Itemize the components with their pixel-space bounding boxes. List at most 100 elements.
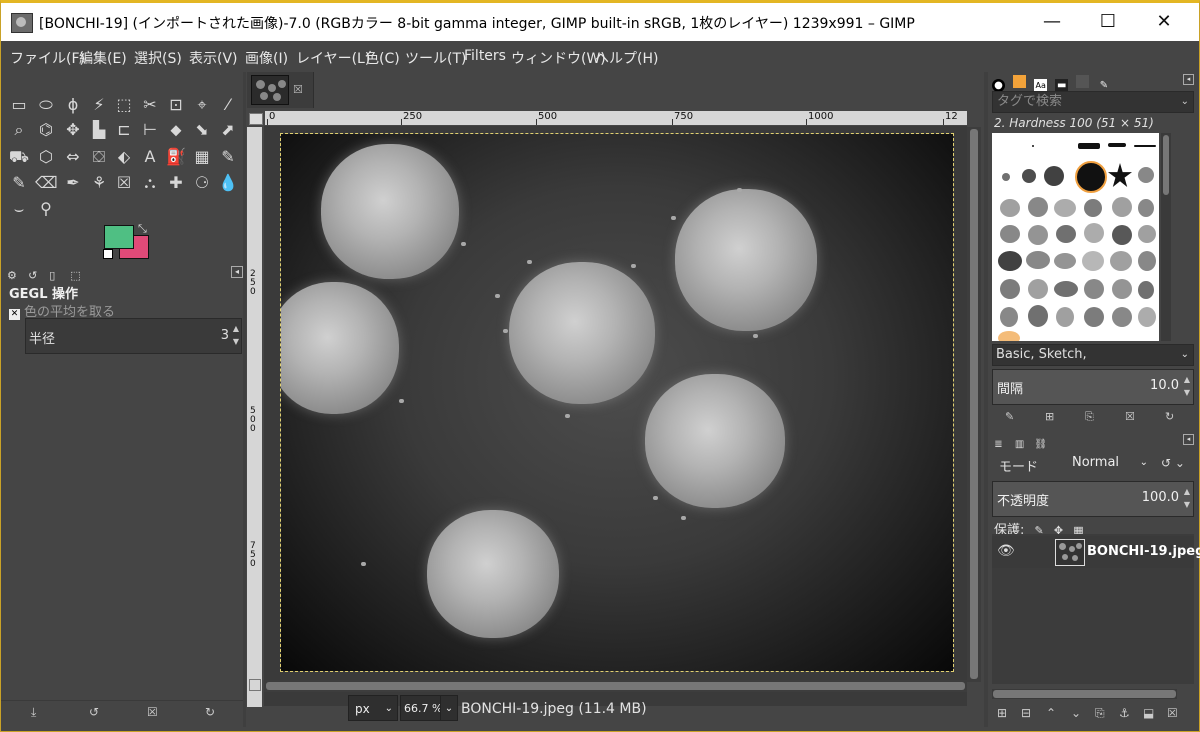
save-preset-icon[interactable]: ⤓ [31, 705, 36, 720]
horizontal-ruler[interactable]: 0 250 500 750 1000 12 [265, 111, 967, 125]
brush-tag-filter[interactable]: タグで検索 ⌄ [992, 91, 1194, 113]
opacity-value[interactable]: 100.0 [1142, 490, 1179, 505]
spacing-spinbox[interactable]: 間隔 10.0 ▲ ▼ [992, 369, 1194, 405]
menu-help[interactable]: ヘルプ(H) [595, 48, 658, 68]
paintbrush-tool-icon[interactable]: ✎ [8, 172, 30, 194]
lower-layer-icon[interactable]: ⌄ [1071, 706, 1081, 720]
text-tool-icon[interactable]: A [139, 146, 161, 168]
patterns-tab-icon[interactable] [1013, 75, 1027, 88]
minimize-button[interactable]: — [1029, 3, 1075, 41]
rotate-tool-icon[interactable]: ⬥ [165, 119, 187, 141]
zoom-dropdown-icon[interactable]: ⌄ [440, 695, 458, 721]
composite-mode-select[interactable]: ↺ ⌄ [1152, 449, 1194, 477]
radius-spinbox[interactable]: 半径 3 ▲ ▼ [25, 318, 242, 354]
default-colors-icon[interactable] [103, 249, 113, 259]
gradient-tool-icon[interactable]: ▦ [191, 146, 213, 168]
spacing-value[interactable]: 10.0 [1150, 378, 1179, 393]
new-brush-icon[interactable]: ⊞ [1045, 410, 1054, 423]
visibility-eye-icon[interactable]: 👁 [997, 543, 1015, 559]
dock-menu-icon[interactable]: ◂ [1183, 74, 1194, 85]
layers-list[interactable]: 👁 BONCHI-19.jpeg [992, 534, 1200, 684]
scroll-thumb[interactable] [993, 690, 1176, 698]
menu-filters[interactable]: Filters [464, 48, 506, 64]
new-layer-icon[interactable]: ⊞ [997, 706, 1007, 720]
foreground-color-swatch[interactable] [104, 225, 134, 249]
scroll-thumb[interactable] [970, 129, 978, 679]
images-tab-icon[interactable]: ⬚ [70, 269, 84, 283]
raise-layer-icon[interactable]: ⌃ [1046, 706, 1056, 720]
menu-layer[interactable]: レイヤー(L) [296, 48, 370, 68]
dock-menu-icon[interactable]: ◂ [1183, 434, 1194, 445]
undo-history-tab-icon[interactable]: ↺ [28, 269, 42, 283]
close-tab-icon[interactable]: ☒ [293, 83, 303, 96]
scroll-thumb[interactable] [266, 682, 965, 690]
3d-transform-icon[interactable]: ⇔ [62, 146, 84, 168]
rect-select-tool-icon[interactable]: ▭ [8, 94, 30, 116]
brush-set-select[interactable]: Basic, Sketch, ⌄ [992, 344, 1194, 366]
bucket-fill-icon[interactable]: ⛽ [165, 146, 187, 168]
clear-operation-icon[interactable]: ✕ [9, 309, 20, 320]
layers-scrollbar[interactable] [992, 689, 1177, 699]
refresh-brushes-icon[interactable]: ↻ [1165, 410, 1174, 423]
tool-options-tab-icon[interactable]: ⚙ [7, 269, 21, 283]
delete-preset-icon[interactable]: ☒ [147, 705, 158, 719]
flip-tool-icon[interactable]: ⛟ [8, 146, 30, 168]
brush-grid-scrollbar[interactable] [1161, 133, 1171, 341]
move-tool-icon[interactable]: ✥ [62, 119, 84, 141]
right-dock-sash[interactable] [984, 72, 988, 727]
menu-colors[interactable]: 色(C) [365, 48, 400, 68]
vertical-scrollbar[interactable] [967, 127, 981, 682]
duplicate-layer-icon[interactable]: ⎘ [1095, 706, 1105, 721]
fuzzy-select-tool-icon[interactable]: ⚡ [88, 94, 110, 116]
new-layer-group-icon[interactable]: ⊟ [1021, 706, 1031, 720]
menu-view[interactable]: 表示(V) [189, 48, 238, 68]
restore-preset-icon[interactable]: ↺ [89, 705, 99, 719]
perspective-tool-icon[interactable]: ⬡ [35, 146, 57, 168]
zoom-value[interactable]: 66.7 % [404, 702, 442, 715]
menu-file[interactable]: ファイル(F) [10, 48, 85, 68]
menu-tools[interactable]: ツール(T) [405, 48, 466, 68]
clone-tool-icon[interactable]: ⛬ [139, 172, 161, 194]
image-canvas[interactable] [280, 133, 954, 672]
swap-colors-icon[interactable]: ⤡ [138, 222, 147, 236]
radius-value[interactable]: 3 [221, 328, 229, 343]
ink-tool-icon[interactable]: ⚘ [88, 172, 110, 194]
vertical-ruler[interactable]: 2 5 0 5 0 0 7 5 0 [247, 127, 262, 707]
pencil-tool-icon[interactable]: ✎ [217, 146, 239, 168]
quick-mask-toggle[interactable] [249, 113, 263, 125]
layer-mode-select[interactable]: Normal ⌄ [1072, 449, 1150, 477]
crop-tool-icon[interactable]: ⊏ [113, 119, 135, 141]
lasso-tool-icon[interactable]: ϕ [62, 94, 84, 116]
image-tab[interactable]: ☒ [247, 72, 314, 108]
blur-sharpen-icon[interactable]: 💧 [217, 172, 239, 194]
align-tool-icon[interactable]: ▙ [88, 119, 110, 141]
maximize-button[interactable]: ☐ [1085, 3, 1131, 41]
menu-edit[interactable]: 編集(E) [79, 48, 127, 68]
select-by-color-icon[interactable]: ⬚ [113, 94, 135, 116]
title-bar[interactable]: [BONCHI-19] (インポートされた画像)-7.0 (RGBカラー 8-b… [1, 3, 1199, 41]
spin-arrows-icon[interactable]: ▲ ▼ [1184, 373, 1190, 399]
spin-arrows-icon[interactable]: ▲ ▼ [233, 322, 239, 348]
cage-transform-icon[interactable]: ⛋ [88, 146, 110, 168]
delete-brush-icon[interactable]: ☒ [1125, 410, 1135, 423]
scissors-tool-icon[interactable]: ✂ [139, 94, 161, 116]
anchor-layer-icon[interactable]: ⚓ [1119, 706, 1130, 720]
menu-image[interactable]: 画像(I) [245, 48, 288, 68]
close-button[interactable]: ✕ [1141, 3, 1187, 41]
gradients-tab-icon[interactable] [1076, 75, 1090, 88]
merge-layer-icon[interactable]: ⬓ [1143, 706, 1154, 720]
duplicate-brush-icon[interactable]: ⎘ [1085, 410, 1094, 424]
edit-brush-icon[interactable]: ✎ [1005, 410, 1014, 423]
navigate-icon[interactable] [249, 679, 261, 691]
dodge-burn-icon[interactable]: ⚲ [35, 198, 57, 220]
eraser-tool-icon[interactable]: ⌫ [35, 172, 58, 194]
left-dock-sash[interactable] [243, 72, 246, 727]
layer-row[interactable]: 👁 BONCHI-19.jpeg [992, 536, 1200, 568]
layer-name[interactable]: BONCHI-19.jpeg [1087, 544, 1200, 559]
unit-select[interactable]: px ⌄ [348, 695, 398, 721]
ellipse-select-tool-icon[interactable]: ⬭ [35, 94, 57, 116]
shear-tool-icon[interactable]: ⬈ [217, 119, 239, 141]
brush-grid[interactable] [992, 133, 1159, 341]
paths-tool-icon[interactable]: ⌖ [191, 94, 213, 116]
warp-transform-icon[interactable]: ⬖ [113, 146, 135, 168]
